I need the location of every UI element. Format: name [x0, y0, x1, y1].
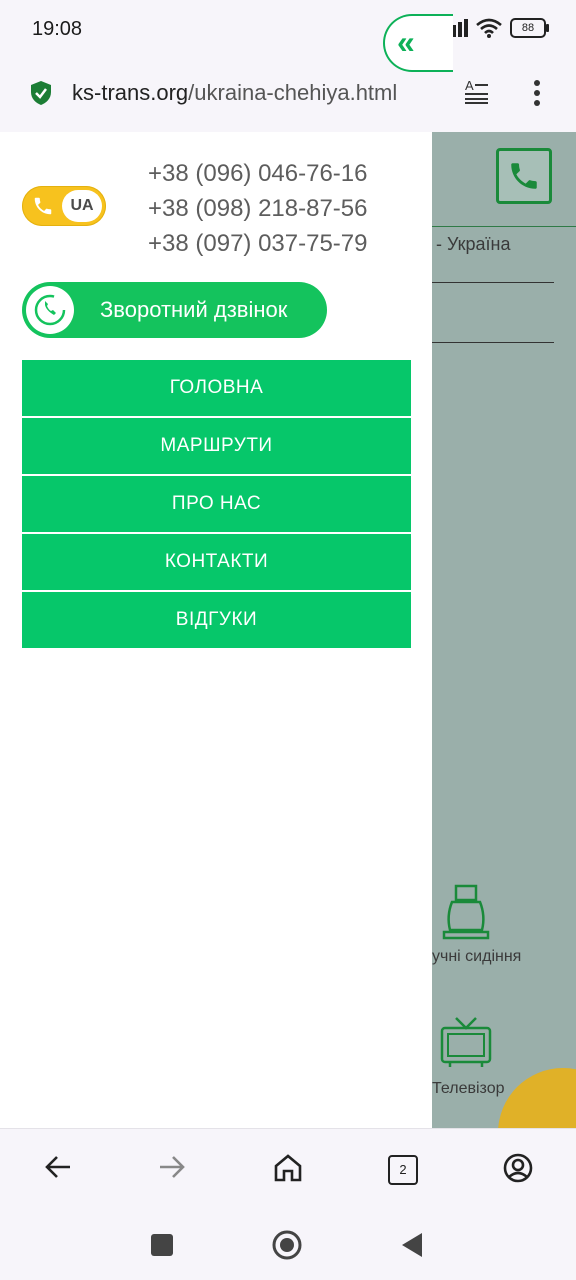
menu-item-contacts[interactable]: КОНТАКТИ	[22, 534, 411, 590]
menu-item-reviews[interactable]: ВІДГУКИ	[22, 592, 411, 648]
callback-label: Зворотний дзвінок	[100, 297, 288, 322]
input-underline	[432, 282, 554, 283]
feature-label-tv: Телевізор	[432, 1080, 505, 1097]
url-text[interactable]: ks-trans.org/ukraina-chehiya.html	[72, 80, 397, 106]
menu-item-home[interactable]: ГОЛОВНА	[22, 360, 411, 416]
callback-button[interactable]: Зворотний дзвінок	[22, 282, 327, 338]
drawer-menu: ГОЛОВНА МАРШРУТИ ПРО НАС КОНТАКТИ ВІДГУК…	[22, 360, 411, 650]
phone-number[interactable]: +38 (098) 218-87-56	[148, 191, 368, 226]
url-host: ks-trans.org	[72, 80, 189, 105]
url-bar[interactable]: ks-trans.org/ukraina-chehiya.html A	[0, 58, 576, 132]
tabs-count-button[interactable]: 2	[388, 1155, 418, 1185]
input-underline	[432, 342, 554, 343]
back-arrow-icon[interactable]	[44, 1153, 72, 1181]
tv-icon	[440, 1017, 492, 1067]
floating-call-button[interactable]	[498, 1068, 576, 1128]
status-icons: 88	[440, 18, 549, 38]
menu-item-routes[interactable]: МАРШРУТИ	[22, 418, 411, 474]
phone-icon	[34, 197, 52, 215]
browser-toolbar: 2	[0, 1128, 576, 1213]
status-time: 19:08	[32, 18, 83, 40]
forward-arrow-icon[interactable]	[158, 1153, 186, 1181]
home-icon[interactable]	[273, 1153, 303, 1183]
reader-mode-icon[interactable]: A	[464, 78, 490, 104]
callback-phone-icon	[34, 294, 66, 326]
menu-item-about[interactable]: ПРО НАС	[22, 476, 411, 532]
back-triangle-icon[interactable]	[400, 1232, 424, 1258]
language-toggle[interactable]: UA	[22, 186, 106, 226]
svg-text:A: A	[465, 78, 474, 93]
route-heading: - Україна	[436, 234, 511, 254]
more-menu-icon[interactable]	[534, 80, 540, 106]
system-navigation	[0, 1212, 576, 1280]
phone-icon	[511, 163, 537, 189]
feature-label-seats: учні сидіння	[432, 948, 522, 965]
callback-icon-wrap	[26, 286, 74, 334]
side-drawer: UA +38 (096) 046-76-16 +38 (098) 218-87-…	[0, 132, 432, 1128]
battery-icon: 88	[510, 18, 549, 38]
status-bar: 19:08 88	[0, 0, 576, 58]
url-path: /ukraina-chehiya.html	[188, 80, 398, 105]
collapse-drawer-button[interactable]: «	[383, 14, 453, 72]
phone-number[interactable]: +38 (097) 037-75-79	[148, 226, 368, 261]
secure-shield-icon	[31, 81, 51, 105]
wifi-icon	[476, 18, 502, 38]
seat-icon	[442, 884, 490, 940]
phone-list: +38 (096) 046-76-16 +38 (098) 218-87-56 …	[148, 156, 368, 261]
phone-number[interactable]: +38 (096) 046-76-16	[148, 156, 368, 191]
recents-square-icon[interactable]	[151, 1234, 173, 1256]
header-phone-button[interactable]	[496, 148, 552, 204]
account-icon[interactable]	[503, 1153, 533, 1183]
home-circle-icon[interactable]	[272, 1230, 302, 1260]
language-label: UA	[62, 190, 102, 222]
header-divider	[432, 226, 576, 227]
